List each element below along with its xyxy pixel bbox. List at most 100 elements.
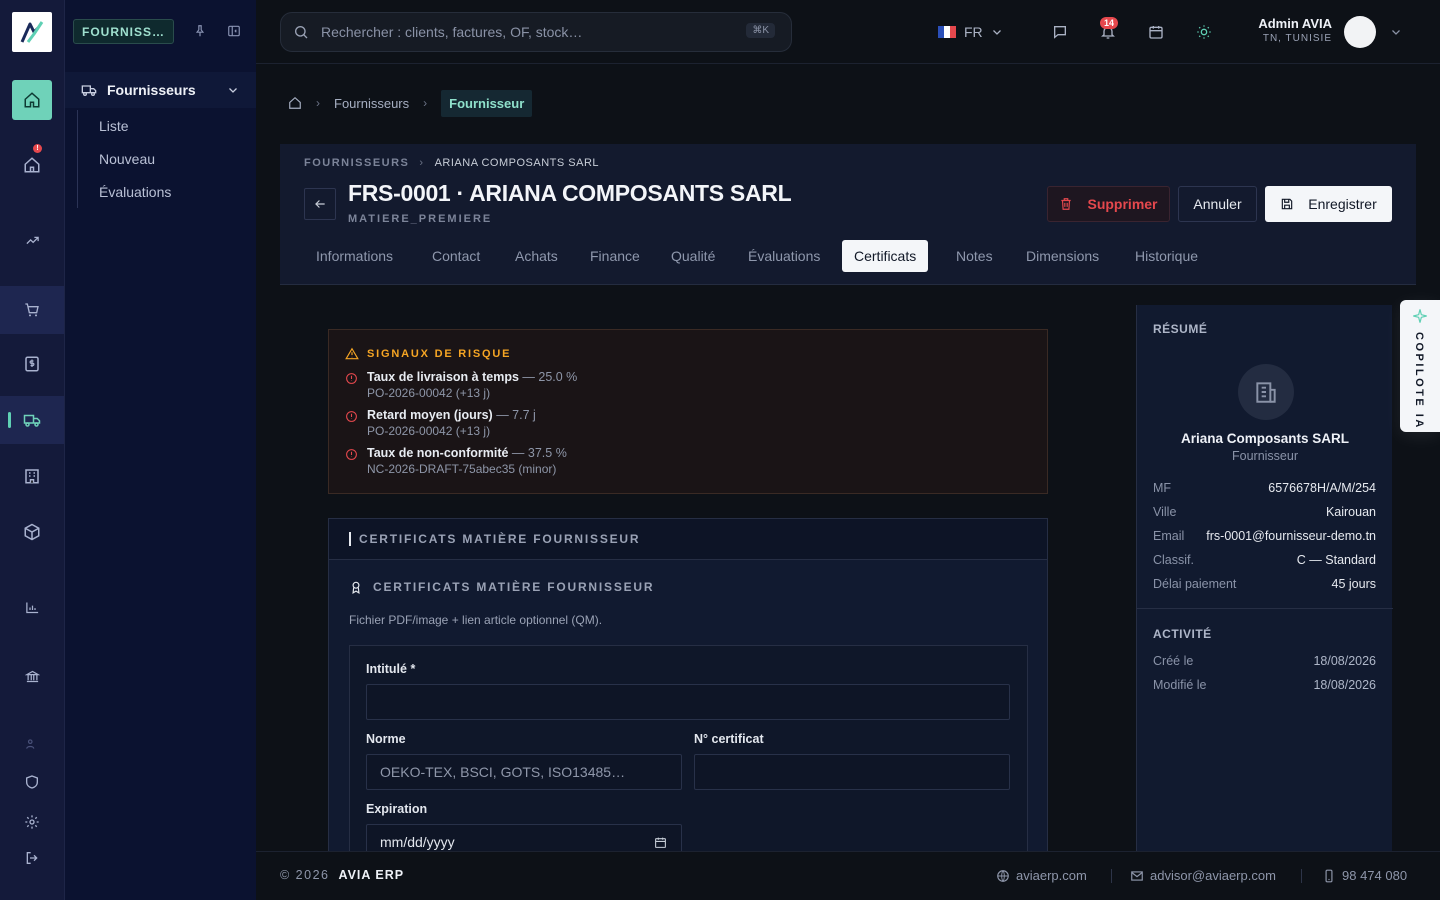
search-input[interactable]: Rechercher : clients, factures, OF, stoc… [321, 24, 582, 40]
package-icon [24, 523, 40, 541]
trash-icon [1061, 198, 1072, 210]
sidebar-item-evaluations[interactable]: Évaluations [99, 184, 171, 200]
building-icon [25, 469, 39, 484]
tab-contact[interactable]: Contact [420, 240, 492, 272]
footer-phone[interactable]: 98 474 080 [1322, 868, 1407, 883]
truck-icon [23, 414, 41, 427]
rail-analytics[interactable] [0, 216, 64, 264]
search-icon [295, 26, 308, 39]
expiration-label: Expiration [366, 802, 428, 816]
sidebar-item-nouveau[interactable]: Nouveau [99, 151, 155, 167]
rail-logout[interactable] [0, 834, 64, 882]
field-key: MF [1153, 481, 1172, 495]
numero-certificat-input[interactable] [694, 754, 1010, 790]
footer-email-text: advisor@aviaerp.com [1150, 868, 1276, 883]
cert-form: Intitulé * Norme OEKO-TEX, BSCI, GOTS, I… [349, 645, 1028, 865]
theme-toggle-icon[interactable] [1196, 24, 1212, 40]
rail-suppliers[interactable] [0, 396, 64, 444]
footer-email[interactable]: advisor@aviaerp.com [1130, 868, 1276, 883]
copilot-tab[interactable]: COPILOTE IA [1400, 300, 1440, 432]
tab-informations[interactable]: Informations [304, 240, 405, 272]
messages-icon[interactable] [1052, 24, 1068, 40]
user-menu[interactable]: Admin AVIA TN, TUNISIE [1256, 14, 1416, 50]
page-subtitle: MATIERE_PREMIERE [348, 213, 493, 225]
pin-icon[interactable] [193, 24, 207, 38]
notifications-button[interactable]: 14 [1100, 17, 1119, 40]
risk-label: Taux de livraison à temps [367, 370, 519, 384]
tab-evaluations[interactable]: Évaluations [736, 240, 832, 272]
footer: © 2026 AVIA ERP aviaerp.com advisor@avia… [256, 851, 1440, 900]
field-value: 18/08/2026 [1313, 654, 1376, 668]
chevron-down-icon [1392, 30, 1400, 35]
sidebar-section-title: Fournisseurs [107, 82, 196, 98]
field-key: Ville [1153, 505, 1177, 519]
logo-mark[interactable] [12, 12, 52, 52]
gear-icon [25, 815, 39, 829]
intitule-input[interactable] [366, 684, 1010, 720]
arrow-left-icon [315, 200, 325, 208]
module-sidebar: FOURNISS… Fournisseurs Liste Nouveau Éva… [65, 0, 256, 900]
footer-website[interactable]: aviaerp.com [996, 868, 1087, 883]
risk-item: Retard moyen (jours) — 7.7 j PO-2026-000… [345, 408, 536, 438]
field-value: Kairouan [1325, 505, 1376, 519]
rail-inventory[interactable] [0, 508, 64, 556]
collapse-sidebar-icon[interactable] [227, 24, 241, 38]
rail-buildings[interactable] [0, 452, 64, 500]
alert-circle-icon [346, 411, 357, 422]
tab-qualite[interactable]: Qualité [659, 240, 727, 272]
rail-reports[interactable] [0, 583, 64, 631]
tab-achats[interactable]: Achats [503, 240, 570, 272]
rail-bank[interactable] [0, 652, 64, 700]
delete-button[interactable]: Supprimer [1047, 186, 1170, 222]
calendar-icon[interactable] [1148, 24, 1164, 40]
cert-panel-header: CERTIFICATS MATIÈRE FOURNISSEUR [329, 519, 1047, 560]
field-value: 18/08/2026 [1313, 678, 1376, 692]
summary-field-delai: Délai paiement 45 jours [1153, 577, 1376, 595]
module-chip[interactable]: FOURNISS… [73, 19, 174, 44]
search-bar[interactable]: Rechercher : clients, factures, OF, stoc… [280, 12, 792, 52]
mail-icon [1131, 870, 1143, 881]
tab-certificats[interactable]: Certificats [842, 240, 929, 272]
summary-field-mf: MF 6576678H/A/M/254 [1153, 481, 1376, 499]
sidebar-header: FOURNISS… [65, 0, 256, 64]
norme-input[interactable]: OEKO-TEX, BSCI, GOTS, ISO13485… [366, 754, 682, 790]
home-icon[interactable] [288, 96, 302, 110]
risk-value: — 7.7 j [496, 408, 536, 422]
rail-finance[interactable] [0, 340, 64, 388]
risk-label: Retard moyen (jours) [367, 408, 493, 422]
save-icon [1282, 198, 1293, 210]
rail-purchases[interactable] [0, 286, 64, 334]
cart-icon [25, 303, 39, 317]
activity-created: Créé le 18/08/2026 [1153, 654, 1376, 672]
breadcrumb-item-fournisseurs[interactable]: Fournisseurs [334, 96, 409, 111]
section-marker [349, 532, 351, 546]
header-crumb-parent[interactable]: FOURNISSEURS [304, 157, 409, 169]
risk-reference: PO-2026-00042 (+13 j) [367, 386, 491, 400]
tab-notes[interactable]: Notes [944, 240, 1005, 272]
avatar [1344, 16, 1376, 48]
cancel-button[interactable]: Annuler [1178, 186, 1257, 222]
footer-website-text: aviaerp.com [1016, 868, 1087, 883]
back-button[interactable] [304, 188, 336, 220]
trend-up-icon [25, 236, 39, 244]
field-value: 45 jours [1331, 577, 1376, 591]
chevron-down-icon [992, 30, 1001, 35]
calendar-icon[interactable] [654, 836, 667, 849]
record-header: FOURNISSEURS › ARIANA COMPOSANTS SARL FR… [280, 144, 1416, 285]
expiration-placeholder: mm/dd/yyyy [380, 834, 455, 850]
sidebar-section-suppliers[interactable]: Fournisseurs [65, 72, 256, 108]
language-selector[interactable]: FR [938, 24, 1003, 40]
tab-finance[interactable]: Finance [578, 240, 652, 272]
risk-title: SIGNAUX DE RISQUE [367, 348, 512, 360]
field-value[interactable]: frs-0001@fournisseur-demo.tn [1206, 529, 1376, 543]
logout-icon [26, 852, 38, 864]
home-button[interactable] [12, 80, 52, 120]
sidebar-item-liste[interactable]: Liste [99, 118, 129, 134]
tab-dimensions[interactable]: Dimensions [1014, 240, 1111, 272]
field-key: Modifié le [1153, 678, 1207, 692]
tab-historique[interactable]: Historique [1123, 240, 1210, 272]
intitule-label: Intitulé * [366, 662, 416, 676]
save-button[interactable]: Enregistrer [1265, 186, 1392, 222]
rail-dashboard[interactable]: ! [0, 141, 64, 189]
header-crumbs: FOURNISSEURS › ARIANA COMPOSANTS SARL [304, 157, 599, 169]
